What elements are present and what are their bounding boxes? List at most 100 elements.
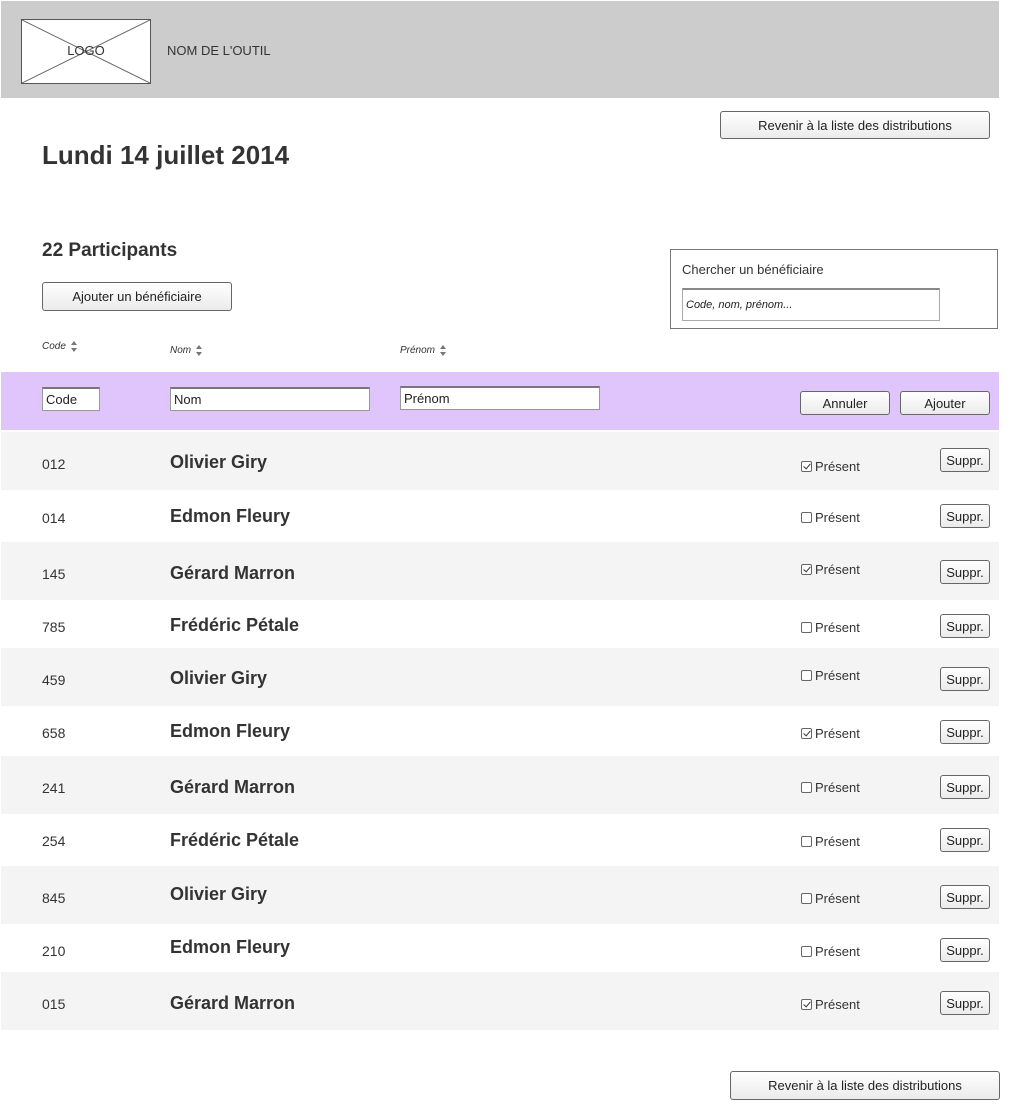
checkbox-unchecked-icon[interactable] <box>801 782 812 793</box>
participant-code: 241 <box>42 780 66 796</box>
participant-code: 145 <box>42 566 66 582</box>
nom-field[interactable] <box>170 387 370 411</box>
present-label: Présent <box>815 834 860 849</box>
column-header-prenom-label: Prénom <box>400 345 436 356</box>
participant-code: 658 <box>42 725 66 741</box>
present-label: Présent <box>815 944 860 959</box>
code-field[interactable] <box>42 387 100 411</box>
participant-row: 012 Olivier Giry Présent Suppr. <box>1 432 999 490</box>
logo-label: LOGO <box>67 43 105 58</box>
present-checkbox[interactable]: Présent <box>801 780 860 795</box>
column-header-code-label: Code <box>42 341 66 352</box>
present-checkbox[interactable]: Présent <box>801 620 860 635</box>
participant-code: 014 <box>42 510 66 526</box>
delete-button[interactable]: Suppr. <box>940 614 990 638</box>
present-label: Présent <box>815 459 860 474</box>
column-header-nom[interactable]: Nom <box>170 345 203 356</box>
participant-name: Olivier Giry <box>170 452 268 472</box>
sort-icon <box>440 345 447 356</box>
participant-code: 845 <box>42 890 66 906</box>
present-checkbox[interactable]: Présent <box>801 944 860 959</box>
participant-code: 785 <box>42 619 66 635</box>
add-participant-row: Annuler Ajouter <box>1 372 999 430</box>
add-beneficiary-button[interactable]: Ajouter un bénéficiaire <box>42 282 232 311</box>
tool-name: NOM DE L'OUTIL <box>167 43 271 58</box>
participant-name: Frédéric Pétale <box>170 830 300 850</box>
participant-row: 241 Gérard Marron Présent Suppr. <box>1 756 999 814</box>
delete-button[interactable]: Suppr. <box>940 504 990 528</box>
checkbox-checked-icon[interactable] <box>801 461 812 472</box>
checkbox-checked-icon[interactable] <box>801 564 812 575</box>
participant-row: 845 Olivier Giry Présent Suppr. <box>1 866 999 924</box>
participant-name: Edmon Fleury <box>170 937 291 957</box>
participant-name: Gérard Marron <box>170 563 296 583</box>
present-checkbox[interactable]: Présent <box>801 726 860 741</box>
participant-name: Gérard Marron <box>170 993 296 1013</box>
checkbox-unchecked-icon[interactable] <box>801 512 812 523</box>
present-label: Présent <box>815 891 860 906</box>
column-header-nom-label: Nom <box>170 345 192 356</box>
checkbox-unchecked-icon[interactable] <box>801 893 812 904</box>
participant-row: 459 Olivier Giry Présent Suppr. <box>1 648 999 706</box>
delete-button[interactable]: Suppr. <box>940 667 990 691</box>
checkbox-unchecked-icon[interactable] <box>801 836 812 847</box>
present-checkbox[interactable]: Présent <box>801 834 860 849</box>
present-checkbox[interactable]: Présent <box>801 459 860 474</box>
participant-code: 015 <box>42 996 66 1012</box>
delete-button[interactable]: Suppr. <box>940 448 990 472</box>
participant-name: Frédéric Pétale <box>170 615 300 635</box>
present-label: Présent <box>815 726 860 741</box>
present-label: Présent <box>815 562 860 577</box>
logo-placeholder: LOGO <box>21 19 151 84</box>
column-header-code[interactable]: Code <box>42 341 78 352</box>
checkbox-checked-icon[interactable] <box>801 999 812 1010</box>
prenom-field[interactable] <box>400 386 600 410</box>
column-header-prenom[interactable]: Prénom <box>400 345 447 356</box>
delete-button[interactable]: Suppr. <box>940 560 990 584</box>
search-label: Chercher un bénéficiaire <box>682 262 824 277</box>
app-header: LOGO NOM DE L'OUTIL <box>1 1 999 98</box>
back-to-distributions-button-top[interactable]: Revenir à la liste des distributions <box>720 111 990 139</box>
delete-button[interactable]: Suppr. <box>940 938 990 962</box>
delete-button[interactable]: Suppr. <box>940 885 990 909</box>
participant-row: 210 Edmon Fleury Présent Suppr. <box>1 924 999 972</box>
participant-row: 658 Edmon Fleury Présent Suppr. <box>1 706 999 756</box>
participant-name: Edmon Fleury <box>170 506 291 526</box>
back-to-distributions-button-bottom[interactable]: Revenir à la liste des distributions <box>730 1071 1000 1100</box>
participant-code: 210 <box>42 943 66 959</box>
participant-name: Olivier Giry <box>170 884 268 904</box>
participant-name: Olivier Giry <box>170 668 268 688</box>
search-input[interactable] <box>682 288 940 321</box>
present-checkbox[interactable]: Présent <box>801 891 860 906</box>
checkbox-unchecked-icon[interactable] <box>801 946 812 957</box>
participant-code: 012 <box>42 456 66 472</box>
participant-row: 015 Gérard Marron Présent Suppr. <box>1 972 999 1030</box>
cancel-button[interactable]: Annuler <box>800 391 890 415</box>
delete-button[interactable]: Suppr. <box>940 720 990 744</box>
page-title: Lundi 14 juillet 2014 <box>42 140 290 170</box>
sort-icon <box>196 345 203 356</box>
present-label: Présent <box>815 780 860 795</box>
participant-code: 459 <box>42 672 66 688</box>
sort-icon <box>70 341 78 352</box>
present-label: Présent <box>815 997 860 1012</box>
present-checkbox[interactable]: Présent <box>801 997 860 1012</box>
delete-button[interactable]: Suppr. <box>940 991 990 1015</box>
checkbox-unchecked-icon[interactable] <box>801 670 812 681</box>
participant-row: 785 Frédéric Pétale Présent Suppr. <box>1 600 999 648</box>
checkbox-unchecked-icon[interactable] <box>801 622 812 633</box>
participant-row: 145 Gérard Marron Présent Suppr. <box>1 542 999 600</box>
present-label: Présent <box>815 620 860 635</box>
delete-button[interactable]: Suppr. <box>940 775 990 799</box>
search-panel: Chercher un bénéficiaire <box>670 249 998 329</box>
present-label: Présent <box>815 510 860 525</box>
delete-button[interactable]: Suppr. <box>940 828 990 852</box>
present-checkbox[interactable]: Présent <box>801 562 860 577</box>
participants-count: 22 Participants <box>42 240 178 261</box>
present-checkbox[interactable]: Présent <box>801 510 860 525</box>
checkbox-checked-icon[interactable] <box>801 728 812 739</box>
present-checkbox[interactable]: Présent <box>801 668 860 683</box>
participant-name: Gérard Marron <box>170 777 296 797</box>
participant-name: Edmon Fleury <box>170 721 291 741</box>
add-button[interactable]: Ajouter <box>900 391 990 415</box>
